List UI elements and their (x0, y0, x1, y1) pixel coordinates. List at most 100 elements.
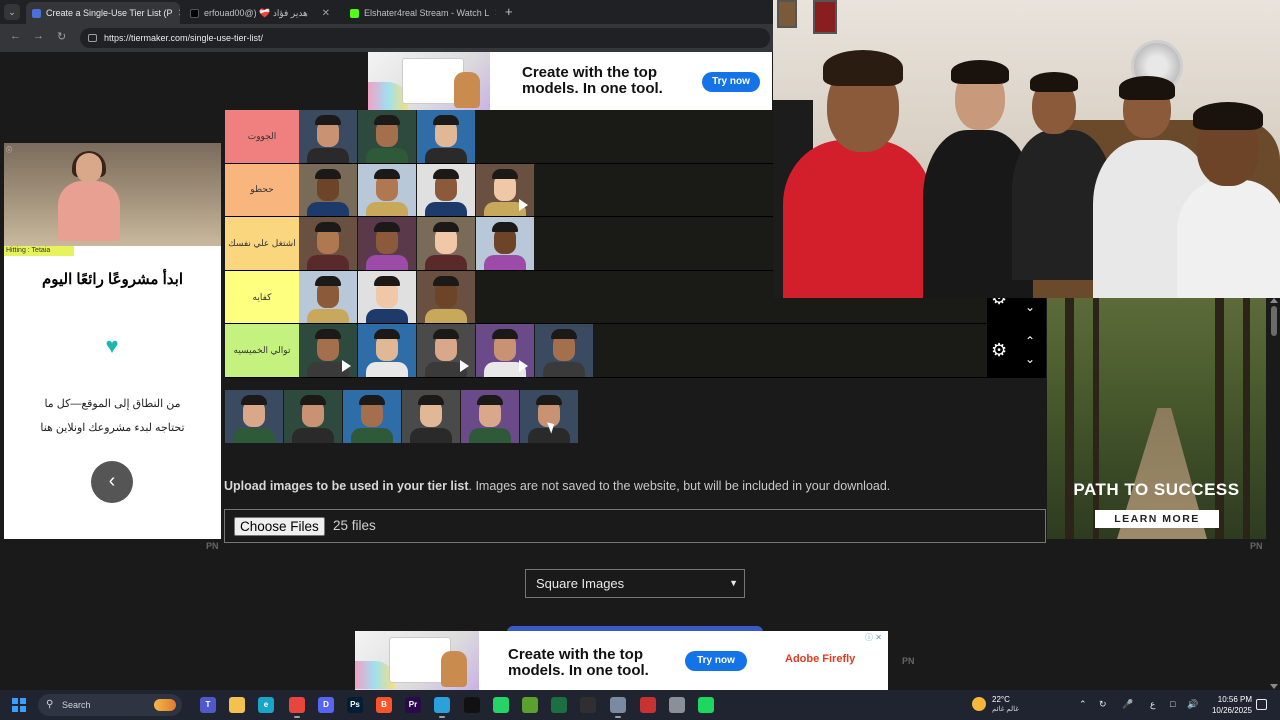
close-icon[interactable]: ✕ (178, 8, 180, 19)
chrome-icon[interactable] (289, 697, 305, 718)
ad-try-now-button[interactable]: Try now (685, 651, 747, 671)
tier-image-tile[interactable] (358, 163, 416, 217)
tab-tiktok[interactable]: erfouad00@) ❤️‍🩹 هدير فؤاد ✕ (184, 2, 336, 24)
scroll-thumb[interactable] (1271, 306, 1277, 336)
chevron-up-icon[interactable]: ⌃ (1025, 335, 1035, 347)
steam-like-icon[interactable] (610, 697, 626, 718)
new-tab-button[interactable]: + (505, 4, 513, 20)
tier-image-tile[interactable] (299, 110, 357, 163)
edge-icon[interactable]: e (258, 697, 274, 713)
tier-image-tile[interactable] (417, 217, 475, 270)
forward-arrow-icon[interactable]: → (33, 30, 44, 42)
premiere-icon[interactable]: Pr (405, 697, 421, 713)
back-arrow-icon[interactable]: ← (10, 30, 21, 42)
windows-start-icon[interactable] (12, 698, 26, 712)
tier-image-tile[interactable] (358, 217, 416, 270)
weather-widget[interactable]: 22°C غالم غائم (972, 694, 1032, 716)
volume-icon[interactable]: 🔊 (1187, 699, 1198, 710)
network-icon[interactable]: □ (1170, 699, 1175, 709)
close-icon[interactable]: ✕ (322, 8, 330, 19)
chevron-left-icon[interactable]: ‹ (91, 461, 133, 503)
site-info-icon[interactable] (88, 34, 97, 42)
tier-image-tile[interactable] (299, 270, 357, 324)
tier-image-tile[interactable] (284, 390, 342, 443)
chevron-down-icon[interactable]: ⌄ (1025, 353, 1035, 365)
choose-files-button[interactable]: Choose Files (234, 517, 325, 536)
tab-search-button[interactable]: ⌄ (4, 4, 20, 20)
chevron-down-icon[interactable]: ⌄ (1025, 301, 1035, 313)
tier-image-tile[interactable] (343, 390, 401, 443)
ad-try-now-button[interactable]: Try now (702, 72, 760, 92)
ad-thumbnail (368, 52, 490, 110)
tier-label[interactable]: كفايه (225, 270, 299, 324)
search-icon: ⚲ (46, 699, 54, 710)
tab-kick-stream[interactable]: Elshater4real Stream - Watch L ✕ (344, 2, 496, 24)
ad-title: PATH TO SUCCESS (1073, 480, 1240, 499)
chevron-up-icon[interactable]: ⌃ (1079, 699, 1087, 710)
taskbar-search-input[interactable]: ⚲ Search (38, 694, 182, 716)
tier-label[interactable]: ححطو (225, 163, 299, 217)
tier-image-tile[interactable] (225, 390, 283, 443)
tier-image-tile[interactable] (476, 217, 534, 270)
tier-image-tile[interactable] (417, 324, 475, 377)
discord-icon[interactable]: D (318, 697, 334, 713)
learn-more-button[interactable]: LEARN MORE (1095, 510, 1219, 528)
scroll-down-icon[interactable] (1270, 684, 1278, 689)
minecraft-icon[interactable] (522, 697, 538, 713)
tier-image-tile[interactable] (402, 390, 460, 443)
language-indicator[interactable]: ع (1150, 699, 1155, 710)
tier-image-tile[interactable] (358, 324, 416, 377)
image-shape-select[interactable]: Square Images ▼ (525, 569, 745, 598)
tier-image-tile[interactable] (417, 270, 475, 324)
teams-icon[interactable]: T (200, 697, 216, 713)
ad-banner-left[interactable]: ⓘ Hitting : Tetaia ابدأ مشروعًا رائعًا ا… (4, 143, 221, 539)
tier-image-tile[interactable] (520, 390, 578, 443)
brave-icon[interactable]: B (376, 697, 392, 713)
photoshop-icon[interactable]: Ps (347, 697, 363, 713)
tier-image-tile[interactable] (476, 324, 534, 377)
tier-image-tile[interactable] (299, 163, 357, 217)
microphone-icon[interactable]: 🎤 (1122, 699, 1133, 710)
tier-image-tile[interactable] (417, 110, 475, 163)
tier-image-tile[interactable] (476, 163, 534, 217)
ad-choices-icon[interactable]: ⓘ ✕ (865, 632, 882, 643)
tiermaker-favicon-icon (32, 8, 41, 18)
file-explorer-icon[interactable] (229, 697, 245, 713)
gear-icon[interactable]: ⚙ (991, 341, 1009, 359)
page-scrollbar[interactable] (1268, 298, 1280, 690)
notification-icon[interactable] (1256, 699, 1267, 710)
url-field[interactable]: https://tiermaker.com/single-use-tier-li… (80, 28, 770, 48)
sync-icon[interactable]: ↻ (1099, 699, 1107, 710)
tier-label[interactable]: اشتغل علي نفسك (225, 217, 299, 270)
tab-tiermaker[interactable]: Create a Single-Use Tier List (P ✕ (26, 2, 180, 24)
ad-banner-top[interactable]: Create with the top models. In one tool.… (368, 52, 772, 110)
tier-image-tile[interactable] (358, 270, 416, 324)
tier-image-tile[interactable] (358, 110, 416, 163)
obs-icon[interactable] (580, 697, 596, 713)
tier-items (299, 324, 594, 377)
settings-icon[interactable] (669, 697, 685, 713)
excel-icon[interactable] (551, 697, 567, 713)
file-count: 25 files (333, 518, 376, 533)
tier-image-tile[interactable] (417, 163, 475, 217)
ad-choices-icon[interactable]: ⓘ (6, 145, 12, 154)
telegram-icon[interactable] (434, 697, 450, 718)
scroll-up-icon[interactable] (1270, 298, 1278, 303)
whatsapp-icon[interactable] (493, 697, 509, 713)
capcut-icon[interactable] (464, 697, 480, 713)
tier-label[interactable]: الجووت (225, 110, 299, 163)
tier-image-tile[interactable] (299, 217, 357, 270)
ad-banner-bottom[interactable]: Create with the top models. In one tool.… (355, 631, 888, 690)
play-icon (342, 359, 351, 372)
close-icon[interactable]: ✕ (494, 8, 496, 19)
tier-image-tile[interactable] (299, 324, 357, 377)
reload-icon[interactable]: ↻ (57, 30, 66, 43)
spotify-icon[interactable] (698, 697, 714, 713)
tier-label[interactable]: توالي الخميسيه (225, 324, 299, 377)
tier-image-tile[interactable] (535, 324, 593, 377)
chevron-down-icon: ▼ (729, 578, 738, 588)
tier-image-tile[interactable] (461, 390, 519, 443)
app-icon[interactable] (640, 697, 656, 713)
taskbar-clock[interactable]: 10:56 PM 10/26/2025 (1206, 694, 1252, 716)
ad-banner-right[interactable]: PATH TO SUCCESS LEARN MORE (1047, 298, 1266, 539)
